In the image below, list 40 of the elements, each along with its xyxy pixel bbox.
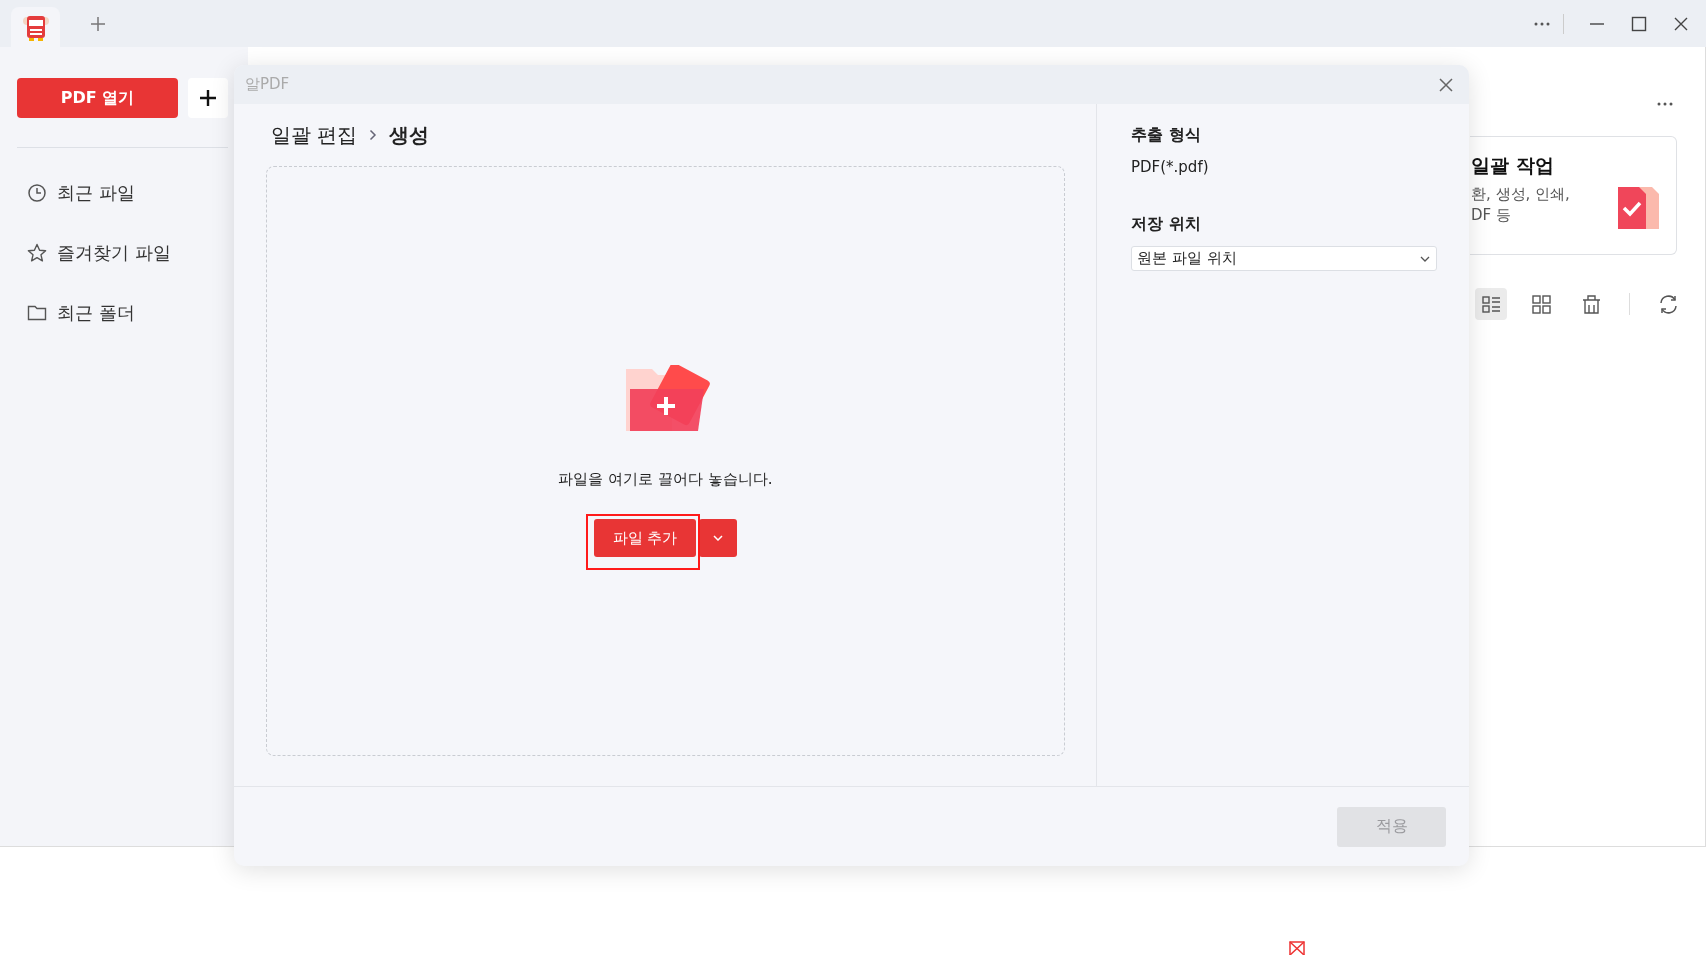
grid-view-icon xyxy=(1530,293,1552,315)
view-button[interactable] xyxy=(1475,288,1507,320)
drop-zone[interactable]: 파일을 여기로 끌어다 놓습니다. 파일 추가 xyxy=(266,166,1065,756)
card-description-line: 환, 생성, 인쇄, xyxy=(1471,184,1571,205)
chevron-down-icon xyxy=(1420,255,1430,262)
checked-document-icon xyxy=(1616,186,1660,230)
chevron-right-icon xyxy=(369,129,378,141)
broken-image-icon xyxy=(1289,941,1305,955)
sidebar-item[interactable]: 최근 폴더 xyxy=(57,301,135,325)
folder-icon xyxy=(27,303,47,323)
clock-icon xyxy=(27,183,47,203)
list-view-icon xyxy=(1480,293,1502,315)
setting-label: 저장 위치 xyxy=(1131,213,1202,235)
card-title: 일괄 작업 xyxy=(1471,153,1555,178)
plus-icon xyxy=(199,89,217,107)
setting-value: PDF(*.pdf) xyxy=(1131,158,1210,178)
dialog-title: 알PDF xyxy=(245,75,290,94)
sidebar-item[interactable]: 최근 파일 xyxy=(57,181,135,205)
star-icon xyxy=(27,243,47,263)
maximize-icon[interactable] xyxy=(1631,15,1647,32)
batch-task-card[interactable]: 일괄 작업 환, 생성, 인쇄, DF 등 xyxy=(1470,136,1677,255)
sidebar-item[interactable]: 즐겨찾기 파일 xyxy=(57,241,171,265)
basket-icon xyxy=(1580,293,1602,315)
drop-hint: 파일을 여기로 끌어다 놓습니다. xyxy=(558,470,773,489)
breadcrumb-item[interactable]: 일괄 편집 xyxy=(271,121,358,149)
add-file-button[interactable]: 파일 추가 xyxy=(594,519,696,557)
open-pdf-button[interactable]: PDF 열기 xyxy=(17,78,178,118)
location-select[interactable]: 원본 파일 위치 xyxy=(1131,246,1437,271)
setting-label: 추출 형식 xyxy=(1131,124,1202,146)
add-button[interactable] xyxy=(188,78,228,118)
breadcrumb-item: 생성 xyxy=(389,121,430,149)
refresh-icon[interactable] xyxy=(1657,293,1679,315)
close-icon[interactable] xyxy=(1673,15,1689,32)
card-description-line: DF 등 xyxy=(1471,205,1512,226)
more-icon[interactable] xyxy=(1656,101,1674,107)
app-tab[interactable] xyxy=(11,7,60,47)
more-icon[interactable] xyxy=(1533,20,1551,27)
chevron-down-icon xyxy=(713,535,723,541)
close-icon[interactable] xyxy=(1438,76,1454,93)
new-tab-icon[interactable] xyxy=(90,15,106,32)
